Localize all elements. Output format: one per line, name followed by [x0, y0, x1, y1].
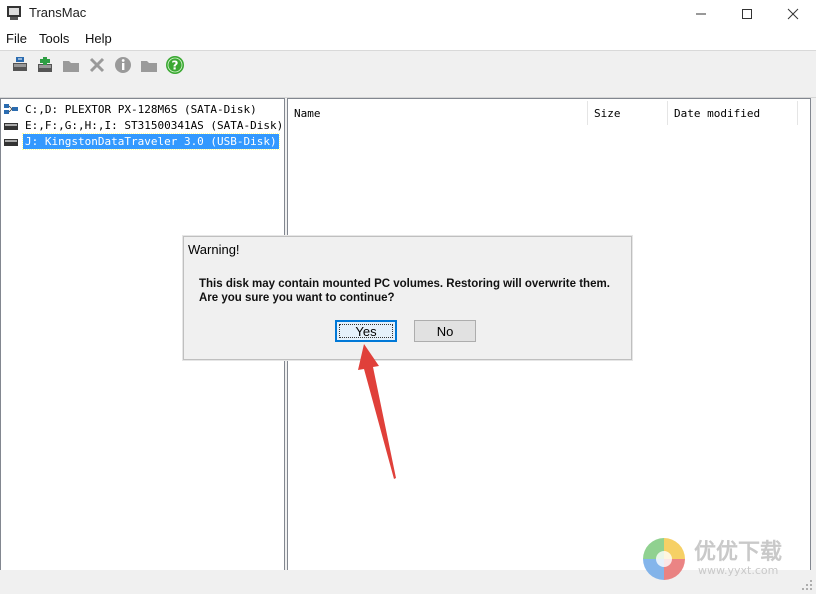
- annotation-arrow: [358, 344, 396, 479]
- watermark-text: 优优下载: [694, 540, 783, 565]
- watermark-logo: [643, 538, 685, 580]
- watermark-url: www.yyxt.com: [698, 564, 779, 577]
- watermark: 优优下载 www.yyxt.com: [640, 532, 810, 586]
